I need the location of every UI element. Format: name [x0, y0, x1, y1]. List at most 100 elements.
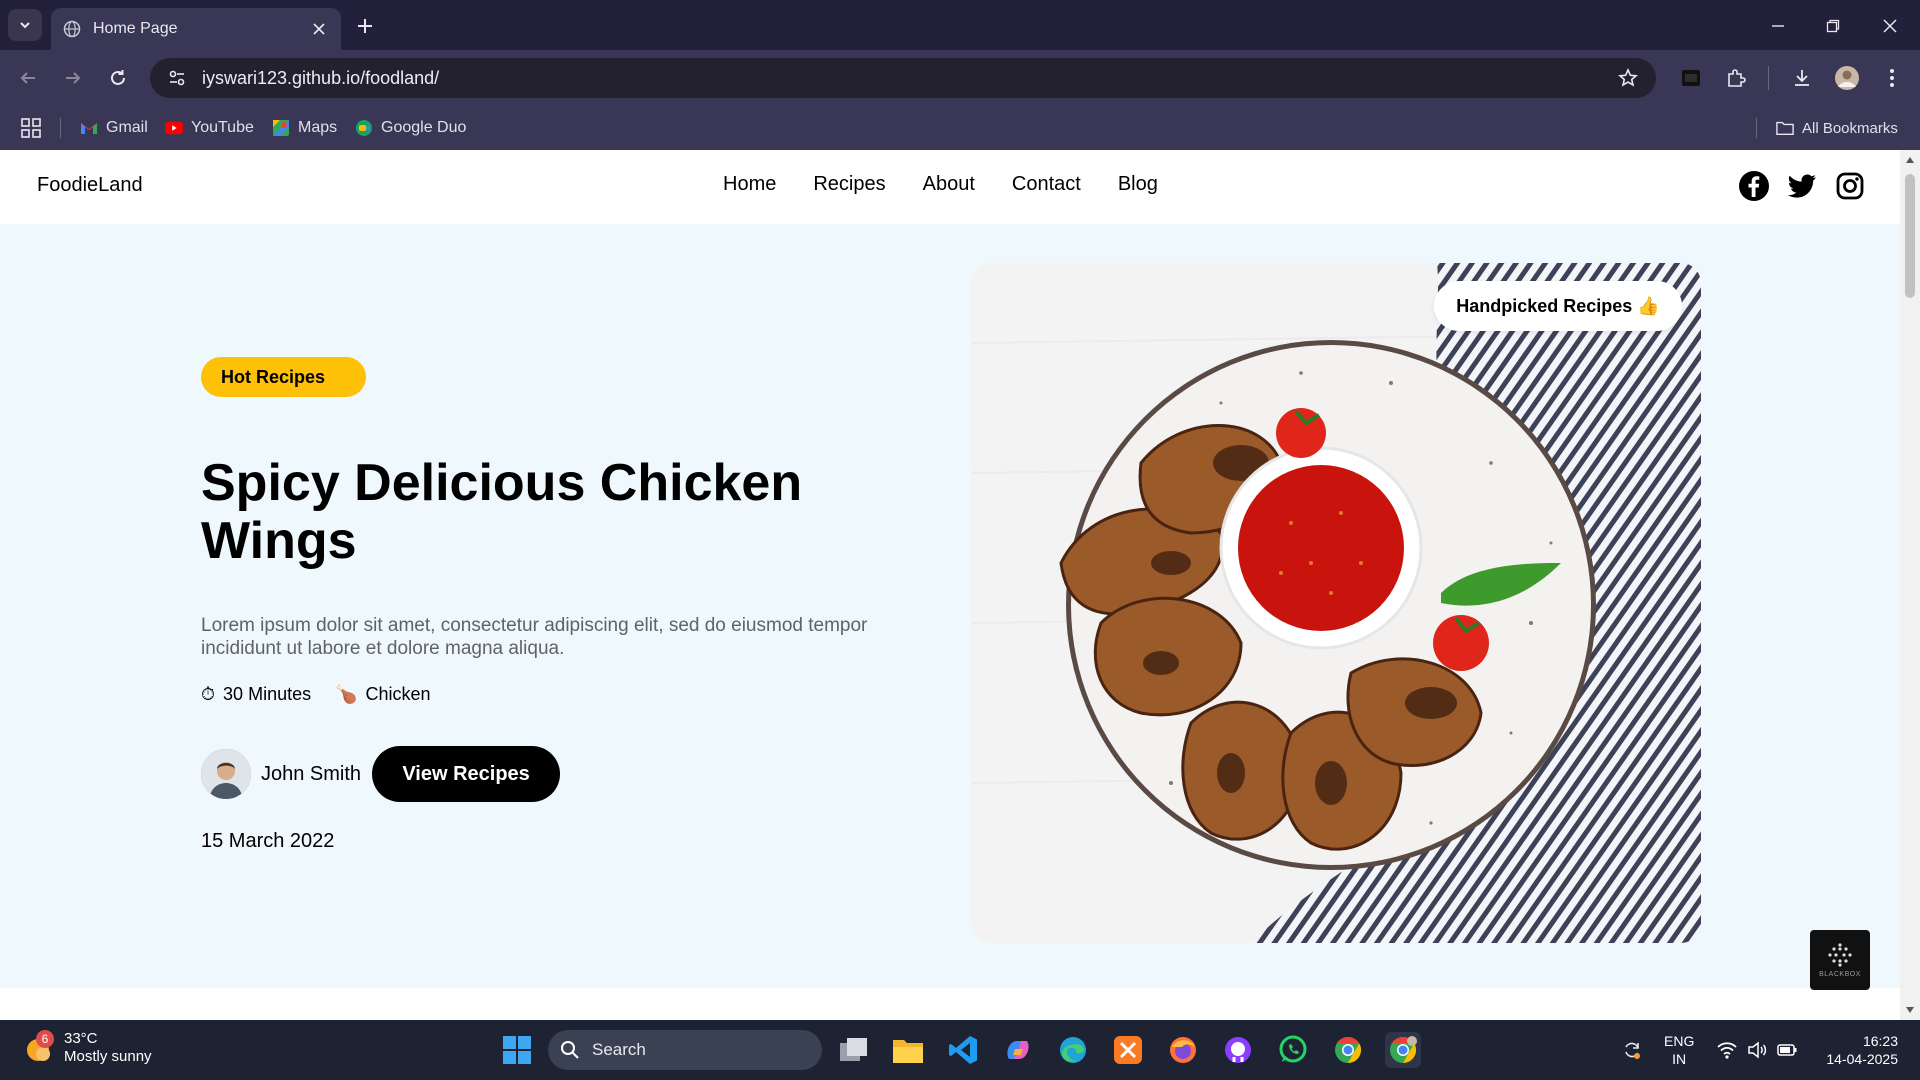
extensions-button[interactable]: [1722, 64, 1750, 92]
hero-description: Lorem ipsum dolor sit amet, consectetur …: [201, 615, 868, 659]
close-window-button[interactable]: [1877, 13, 1903, 39]
clock-time: 16:23: [1862, 1033, 1898, 1049]
back-button[interactable]: [14, 64, 42, 92]
timer-icon: ⏱: [201, 684, 216, 704]
publish-date: 15 March 2022: [201, 830, 335, 852]
forward-button[interactable]: [59, 64, 87, 92]
tab-search-button[interactable]: [8, 9, 42, 41]
tab-home-page[interactable]: Home Page: [51, 8, 341, 50]
edge-button[interactable]: [1055, 1032, 1091, 1068]
nav-blog[interactable]: Blog: [1118, 173, 1158, 196]
bookmark-maps[interactable]: Maps: [272, 116, 337, 140]
view-recipes-button[interactable]: View Recipes: [372, 746, 561, 802]
nav-about[interactable]: About: [923, 173, 975, 196]
chrome-icon: [1335, 1036, 1362, 1064]
firefox-icon: [1170, 1037, 1196, 1063]
vscode-icon: [949, 1036, 977, 1064]
downloads-button[interactable]: [1788, 64, 1816, 92]
search-icon: [561, 1041, 579, 1059]
youtube-icon: [165, 119, 183, 137]
folder-icon: [893, 1040, 923, 1063]
all-bookmarks-label: All Bookmarks: [1802, 119, 1898, 137]
scroll-up-icon[interactable]: [1905, 155, 1915, 165]
scroll-down-icon[interactable]: [1905, 1005, 1915, 1015]
xampp-button[interactable]: [1110, 1032, 1146, 1068]
twitter-icon[interactable]: [1786, 170, 1818, 202]
github-desktop-button[interactable]: [1220, 1032, 1256, 1068]
chicken-leg-icon: 🍗: [335, 684, 358, 704]
sync-icon[interactable]: [1622, 1040, 1642, 1060]
google-duo-icon: [355, 119, 373, 137]
sun-icon: 6: [24, 1030, 56, 1064]
plus-icon: [358, 19, 372, 33]
copilot-button[interactable]: [1000, 1032, 1036, 1068]
new-tab-button[interactable]: [352, 13, 378, 39]
tab-strip: Home Page: [0, 0, 1920, 50]
bookmark-label: Google Duo: [381, 119, 467, 136]
all-bookmarks-button[interactable]: All Bookmarks: [1776, 116, 1898, 140]
taskbar-search[interactable]: Search: [548, 1030, 822, 1070]
nav-contact[interactable]: Contact: [1012, 173, 1081, 196]
weather-widget[interactable]: 6 33°C Mostly sunny: [24, 1030, 152, 1066]
volume-icon[interactable]: [1747, 1040, 1767, 1060]
hero-title: Spicy Delicious Chicken Wings: [201, 454, 803, 570]
hero-section: Hot Recipes Spicy Delicious Chicken Wing…: [0, 224, 1900, 988]
vscode-button[interactable]: [945, 1032, 981, 1068]
scroll-thumb[interactable]: [1905, 174, 1915, 298]
profile-button[interactable]: [1833, 64, 1861, 92]
file-explorer-button[interactable]: [890, 1032, 926, 1068]
apps-grid-icon[interactable]: [20, 117, 42, 139]
tune-icon: [169, 70, 185, 86]
blackbox-widget[interactable]: BLACKBOX: [1810, 930, 1870, 990]
page-scrollbar[interactable]: [1900, 150, 1920, 1020]
bookmarks-separator: [1756, 118, 1757, 138]
task-view-icon: [840, 1038, 867, 1061]
restore-button[interactable]: [1820, 13, 1846, 39]
extension-button[interactable]: [1677, 64, 1705, 92]
gmail-icon: [80, 119, 98, 137]
avatar: [201, 749, 251, 799]
github-icon: [1225, 1037, 1251, 1063]
wifi-icon[interactable]: [1717, 1040, 1737, 1060]
task-view-button[interactable]: [836, 1032, 872, 1068]
site-logo[interactable]: FoodieLand: [37, 174, 143, 197]
close-tab-button[interactable]: [309, 19, 329, 39]
author-name: John Smith: [261, 762, 362, 785]
start-button[interactable]: [499, 1032, 535, 1068]
facebook-icon[interactable]: [1738, 170, 1770, 202]
toolbar-separator: [1768, 66, 1769, 90]
weather-alert-badge: 6: [36, 1030, 54, 1048]
edge-icon: [1060, 1037, 1086, 1063]
nav-home[interactable]: Home: [723, 173, 776, 196]
firefox-button[interactable]: [1165, 1032, 1201, 1068]
maps-icon: [272, 119, 290, 137]
bookmark-google-duo[interactable]: Google Duo: [355, 116, 466, 140]
chrome-profile-button[interactable]: [1385, 1032, 1421, 1068]
site-info-button[interactable]: [166, 67, 188, 89]
reload-icon: [111, 70, 125, 85]
bookmark-gmail[interactable]: Gmail: [80, 116, 148, 140]
instagram-icon[interactable]: [1834, 170, 1866, 202]
hot-recipes-badge: Hot Recipes: [201, 357, 366, 397]
cook-time: 30 Minutes: [223, 684, 312, 704]
minimize-button[interactable]: [1765, 13, 1791, 39]
whatsapp-button[interactable]: [1275, 1032, 1311, 1068]
site-header: FoodieLand Home Recipes About Contact Bl…: [0, 150, 1900, 224]
reload-button[interactable]: [104, 64, 132, 92]
download-icon: [1795, 70, 1809, 86]
address-bar[interactable]: iyswari123.github.io/foodland/: [150, 58, 1656, 98]
browser-toolbar: iyswari123.github.io/foodland/: [0, 50, 1920, 106]
chrome-button[interactable]: [1330, 1032, 1366, 1068]
nav-recipes[interactable]: Recipes: [813, 173, 885, 196]
language-indicator[interactable]: ENG IN: [1664, 1032, 1694, 1068]
battery-icon[interactable]: [1777, 1040, 1797, 1060]
more-vertical-icon: [1890, 69, 1894, 87]
bookmark-label: Maps: [298, 119, 338, 136]
main-nav: Home Recipes About Contact Blog: [723, 173, 1158, 196]
clock[interactable]: 16:23 14-04-2025: [1818, 1032, 1898, 1068]
arrow-right-icon: [66, 72, 81, 84]
terminal-extension-icon: [1682, 70, 1700, 86]
bookmark-star-button[interactable]: [1616, 66, 1640, 90]
menu-button[interactable]: [1878, 64, 1906, 92]
bookmark-youtube[interactable]: YouTube: [165, 116, 254, 140]
